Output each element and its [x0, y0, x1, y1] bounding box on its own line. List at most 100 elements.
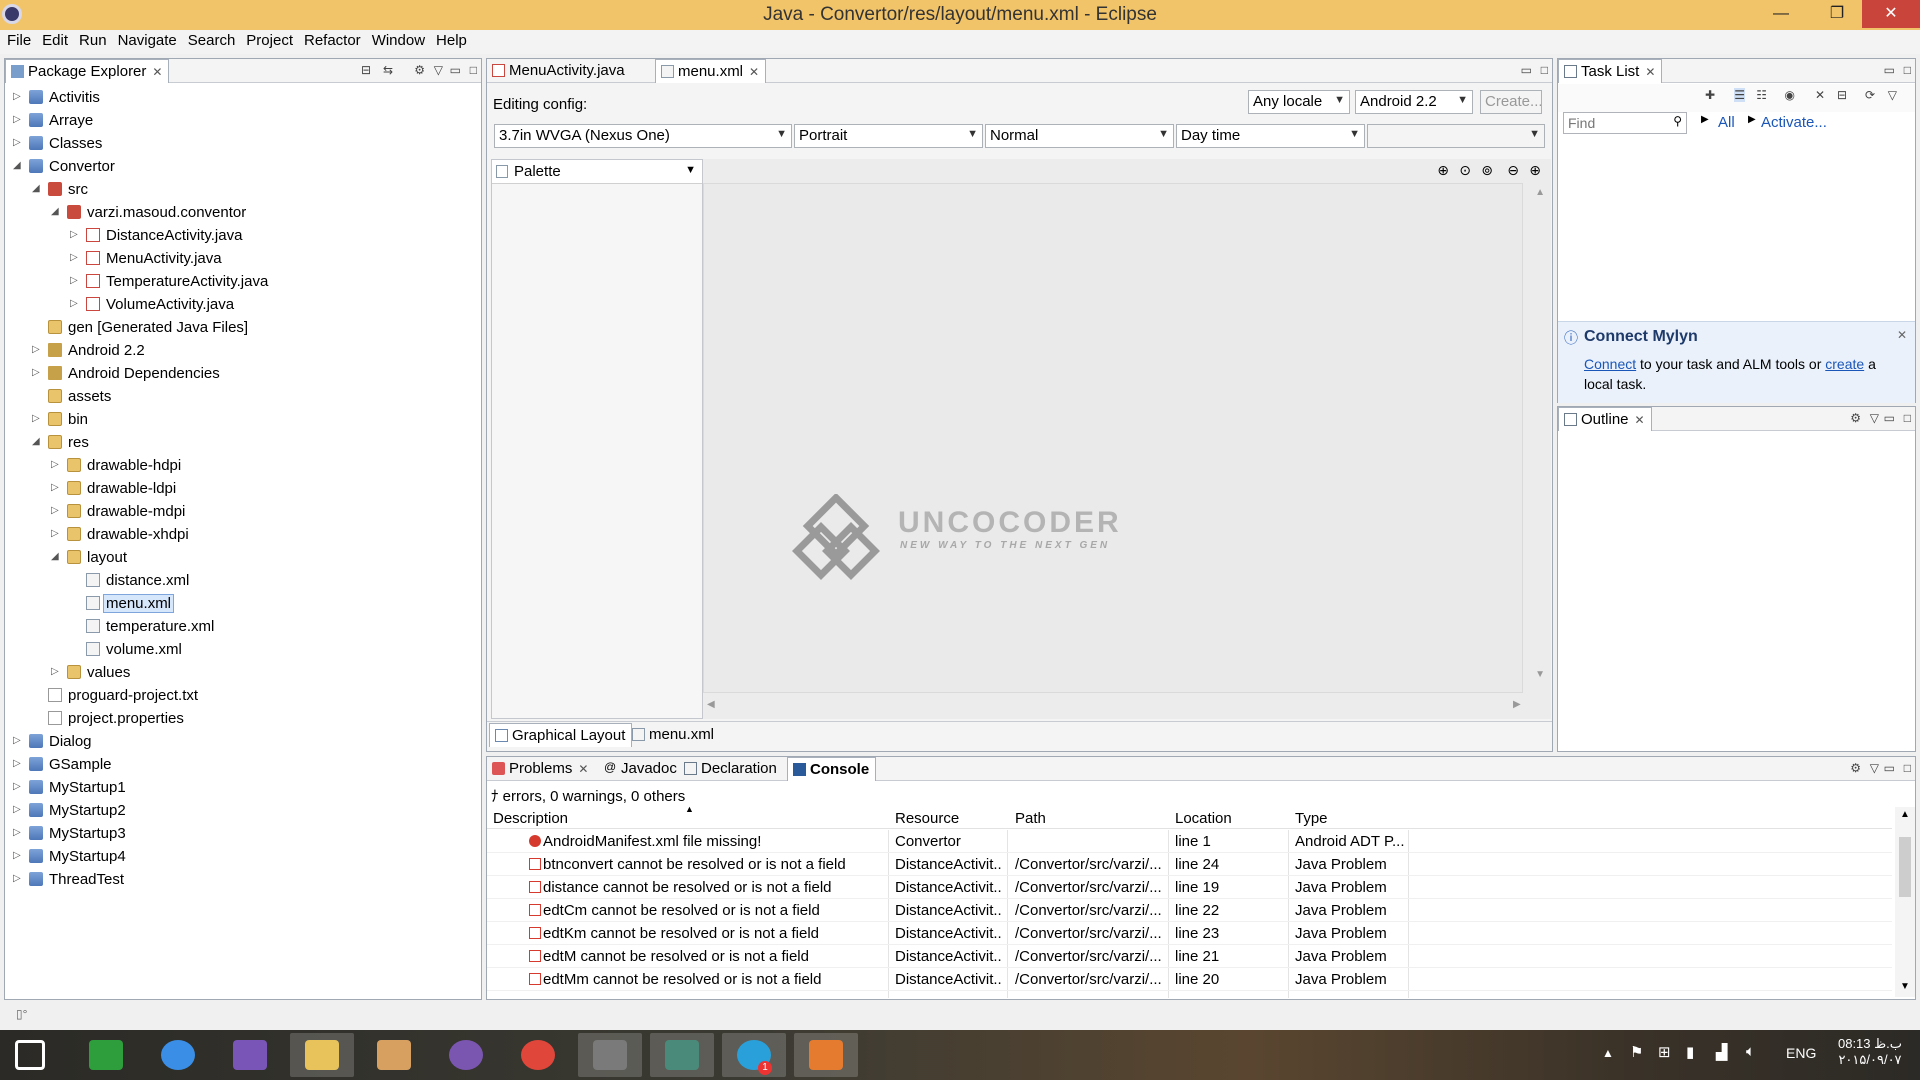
close-button[interactable]: ✕: [1862, 0, 1920, 28]
tab-outline[interactable]: Outline ✕: [1558, 407, 1652, 431]
tab-menuactivity-java[interactable]: MenuActivity.java: [487, 59, 631, 83]
column-type[interactable]: Type: [1295, 810, 1328, 827]
tab-xml-source[interactable]: menu.xml: [627, 723, 720, 747]
tree-item[interactable]: ▷ GSample: [5, 753, 475, 776]
language-indicator[interactable]: ENG: [1786, 1045, 1816, 1061]
sync-icon[interactable]: ⟳: [1865, 88, 1875, 102]
close-tab-icon[interactable]: ✕: [1635, 413, 1645, 427]
file-explorer-icon[interactable]: [290, 1033, 354, 1077]
link-editor-icon[interactable]: ⇆: [383, 63, 393, 77]
view-menu-icon[interactable]: ▽: [1870, 761, 1879, 775]
table-row[interactable]: edtCm cannot be resolved or is not a fie…: [487, 899, 1892, 922]
scroll-up-icon[interactable]: ▲: [1900, 809, 1910, 820]
scroll-up-icon[interactable]: ▲: [1535, 187, 1545, 198]
telegram-icon[interactable]: 1: [722, 1033, 786, 1077]
close-tab-icon[interactable]: ✕: [152, 65, 162, 79]
view-menu-icon[interactable]: ▽: [434, 63, 443, 77]
expand-arrow-icon[interactable]: ▷: [13, 850, 23, 861]
tree-item[interactable]: ▷ MyStartup4: [5, 845, 475, 868]
api-select[interactable]: Android 2.2 ▼: [1355, 90, 1473, 114]
tree-item[interactable]: ▷ MenuActivity.java: [5, 247, 475, 270]
view-menu-icon[interactable]: ▽: [1888, 88, 1897, 102]
minimize-view-icon[interactable]: ▭: [1884, 63, 1895, 77]
chevron-down-icon[interactable]: ▼: [685, 164, 696, 176]
tree-item[interactable]: ▷ Activitis: [5, 86, 475, 109]
menu-refactor[interactable]: Refactor: [303, 30, 368, 54]
collapse-arrow-icon[interactable]: ◢: [13, 160, 23, 171]
locale-select[interactable]: Any locale ▼: [1248, 90, 1350, 114]
menu-run[interactable]: Run: [78, 30, 114, 54]
tree-item[interactable]: ▷ DistanceActivity.java: [5, 224, 475, 247]
scroll-down-icon[interactable]: ▼: [1900, 981, 1910, 992]
internet-explorer-icon[interactable]: [146, 1033, 210, 1077]
zoom-real-icon[interactable]: ⊙: [1459, 162, 1471, 179]
create-button[interactable]: Create...: [1480, 90, 1542, 114]
minimize-view-icon[interactable]: ▭: [1521, 63, 1532, 77]
filter-icon[interactable]: ⚙: [414, 63, 425, 77]
minimize-view-icon[interactable]: ▭: [1884, 411, 1895, 425]
tree-item[interactable]: ▷ bin: [5, 408, 475, 431]
find-input[interactable]: Find ⚲: [1563, 112, 1687, 134]
scheduled-icon[interactable]: ☷: [1756, 88, 1767, 102]
expand-arrow-icon[interactable]: ▷: [13, 137, 23, 148]
expand-arrow-icon[interactable]: ▷: [70, 298, 80, 309]
collapse-arrow-icon[interactable]: ◢: [51, 206, 61, 217]
palette-header[interactable]: Palette ▼: [492, 160, 702, 184]
paint-icon[interactable]: [362, 1033, 426, 1077]
close-tab-icon[interactable]: ✕: [749, 65, 759, 79]
connect-link[interactable]: Connect: [1584, 356, 1636, 372]
expand-arrow-icon[interactable]: ▷: [32, 367, 42, 378]
maximize-view-icon[interactable]: □: [1904, 411, 1911, 425]
tree-item[interactable]: ▷ drawable-hdpi: [5, 454, 475, 477]
tree-item[interactable]: ◢ res: [5, 431, 475, 454]
device-select[interactable]: 3.7in WVGA (Nexus One) ▼: [494, 124, 792, 148]
volume-icon[interactable]: 🔈︎: [1746, 1043, 1755, 1060]
tree-item[interactable]: ▷ MyStartup2: [5, 799, 475, 822]
create-link[interactable]: create: [1825, 356, 1864, 372]
signal-icon[interactable]: ▟: [1716, 1043, 1728, 1061]
maximize-view-icon[interactable]: □: [1541, 63, 1548, 77]
close-icon[interactable]: ✕: [1897, 328, 1907, 342]
zoom-out-icon[interactable]: ⊖: [1507, 162, 1519, 179]
column-path[interactable]: Path: [1015, 810, 1046, 827]
tree-item[interactable]: gen [Generated Java Files]: [5, 316, 475, 339]
expand-arrow-icon[interactable]: ▷: [51, 505, 61, 516]
column-location[interactable]: Location: [1175, 810, 1232, 827]
table-row[interactable]: AndroidManifest.xml file missing! Convert…: [487, 830, 1892, 853]
tree-item[interactable]: ▷ Classes: [5, 132, 475, 155]
battery-icon[interactable]: ▮: [1686, 1043, 1694, 1061]
tree-item[interactable]: ◢ layout: [5, 546, 475, 569]
filter-icon[interactable]: ⚙: [1850, 761, 1861, 775]
expand-arrow-icon[interactable]: ▷: [13, 735, 23, 746]
tab-package-explorer[interactable]: Package Explorer ✕: [5, 59, 170, 83]
tab-declaration[interactable]: Declaration: [679, 757, 783, 781]
expand-arrow-icon[interactable]: ▷: [13, 827, 23, 838]
expand-arrow-icon[interactable]: ▷: [13, 873, 23, 884]
tab-javadoc[interactable]: @ Javadoc: [599, 757, 683, 781]
menu-file[interactable]: File: [6, 30, 38, 54]
minimize-button[interactable]: —: [1758, 0, 1804, 28]
tab-console[interactable]: Console: [787, 757, 877, 781]
menu-window[interactable]: Window: [371, 30, 432, 54]
tree-item[interactable]: ▷ Dialog: [5, 730, 475, 753]
table-row[interactable]: edtM cannot be resolved or is not a fiel…: [487, 945, 1892, 968]
tree-item[interactable]: assets: [5, 385, 475, 408]
expand-arrow-icon[interactable]: ▷: [13, 758, 23, 769]
problems-scrollbar[interactable]: ▲ ▼: [1895, 807, 1915, 997]
theme-select[interactable]: ▼: [1367, 124, 1545, 148]
expand-arrow-icon[interactable]: ▷: [70, 252, 80, 263]
collapse-arrow-icon[interactable]: ◢: [32, 183, 42, 194]
tree-item[interactable]: temperature.xml: [5, 615, 475, 638]
expand-arrow-icon[interactable]: ▷: [32, 344, 42, 355]
tree-item[interactable]: ▷ drawable-ldpi: [5, 477, 475, 500]
tree-item[interactable]: ◢ src: [5, 178, 475, 201]
menu-search[interactable]: Search: [187, 30, 243, 54]
visual-studio-icon[interactable]: [218, 1033, 282, 1077]
chrome-icon[interactable]: [506, 1033, 570, 1077]
tree-item[interactable]: ▷ MyStartup3: [5, 822, 475, 845]
expand-arrow-icon[interactable]: ▷: [13, 114, 23, 125]
tree-item[interactable]: menu.xml: [5, 592, 475, 615]
tree-item[interactable]: distance.xml: [5, 569, 475, 592]
action-center-icon[interactable]: ⚑: [1630, 1043, 1643, 1061]
tab-graphical-layout[interactable]: Graphical Layout: [489, 723, 633, 747]
